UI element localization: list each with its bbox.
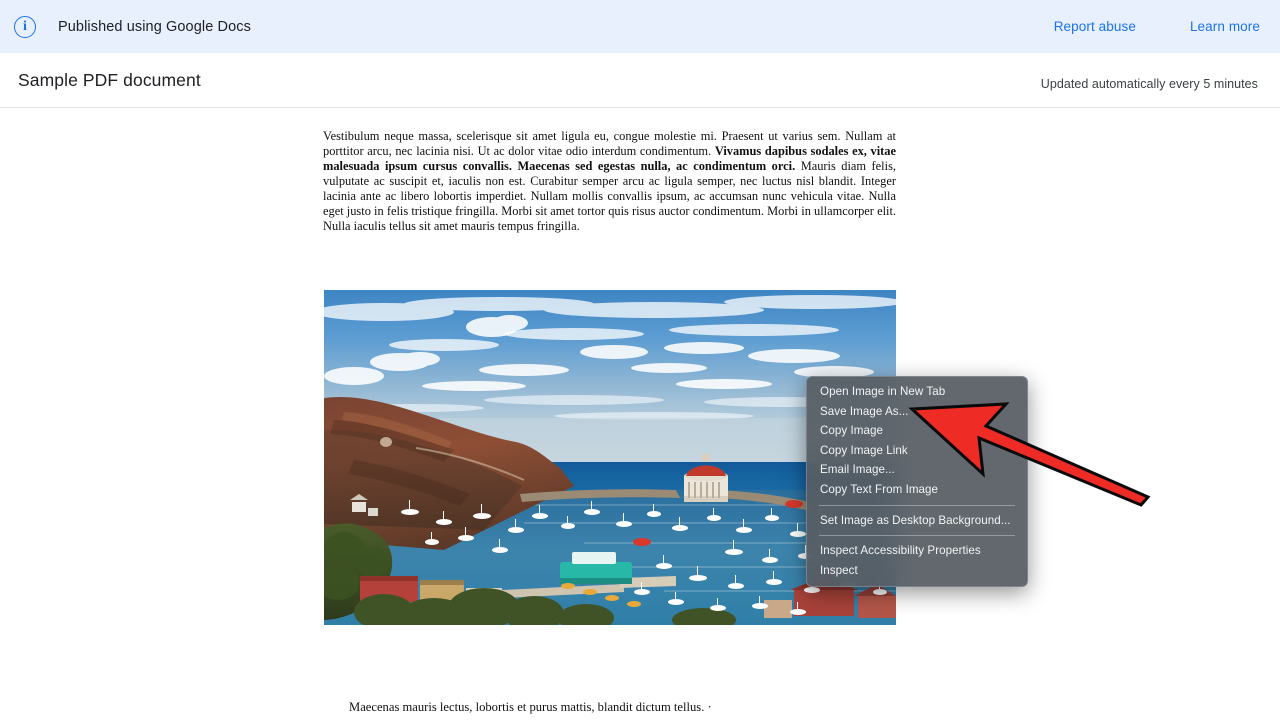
- update-note: Updated automatically every 5 minutes: [1040, 77, 1258, 91]
- body-paragraph: Vestibulum neque massa, scelerisque sit …: [323, 129, 896, 234]
- document-body: Vestibulum neque massa, scelerisque sit …: [0, 109, 1280, 724]
- info-circle-icon: i: [14, 15, 36, 38]
- learn-more-link[interactable]: Learn more: [1190, 19, 1260, 34]
- document-header: Sample PDF document Updated automaticall…: [0, 53, 1280, 108]
- menu-item-copy-image[interactable]: Copy Image: [807, 421, 1027, 441]
- menu-item-open-image-in-new-tab[interactable]: Open Image in New Tab: [807, 382, 1027, 402]
- menu-item-set-image-as-desktop-background[interactable]: Set Image as Desktop Background...: [807, 511, 1027, 531]
- menu-item-copy-text-from-image[interactable]: Copy Text From Image: [807, 480, 1027, 500]
- published-banner-text: Published using Google Docs: [58, 18, 251, 35]
- menu-item-save-image-as[interactable]: Save Image As...: [807, 402, 1027, 422]
- published-banner: i Published using Google Docs Report abu…: [0, 0, 1280, 53]
- menu-separator-2: [819, 535, 1015, 537]
- report-abuse-link[interactable]: Report abuse: [1054, 19, 1136, 34]
- menu-item-inspect[interactable]: Inspect: [807, 561, 1027, 581]
- page-title: Sample PDF document: [18, 69, 201, 90]
- image-context-menu[interactable]: Open Image in New Tab Save Image As... C…: [806, 376, 1028, 588]
- menu-item-inspect-accessibility-properties[interactable]: Inspect Accessibility Properties: [807, 541, 1027, 561]
- menu-item-copy-image-link[interactable]: Copy Image Link: [807, 441, 1027, 461]
- menu-item-email-image[interactable]: Email Image...: [807, 460, 1027, 480]
- banner-links: Report abuse Learn more: [1054, 19, 1260, 34]
- image-caption: Maecenas mauris lectus, lobortis et puru…: [349, 700, 712, 714]
- menu-separator-1: [819, 504, 1015, 506]
